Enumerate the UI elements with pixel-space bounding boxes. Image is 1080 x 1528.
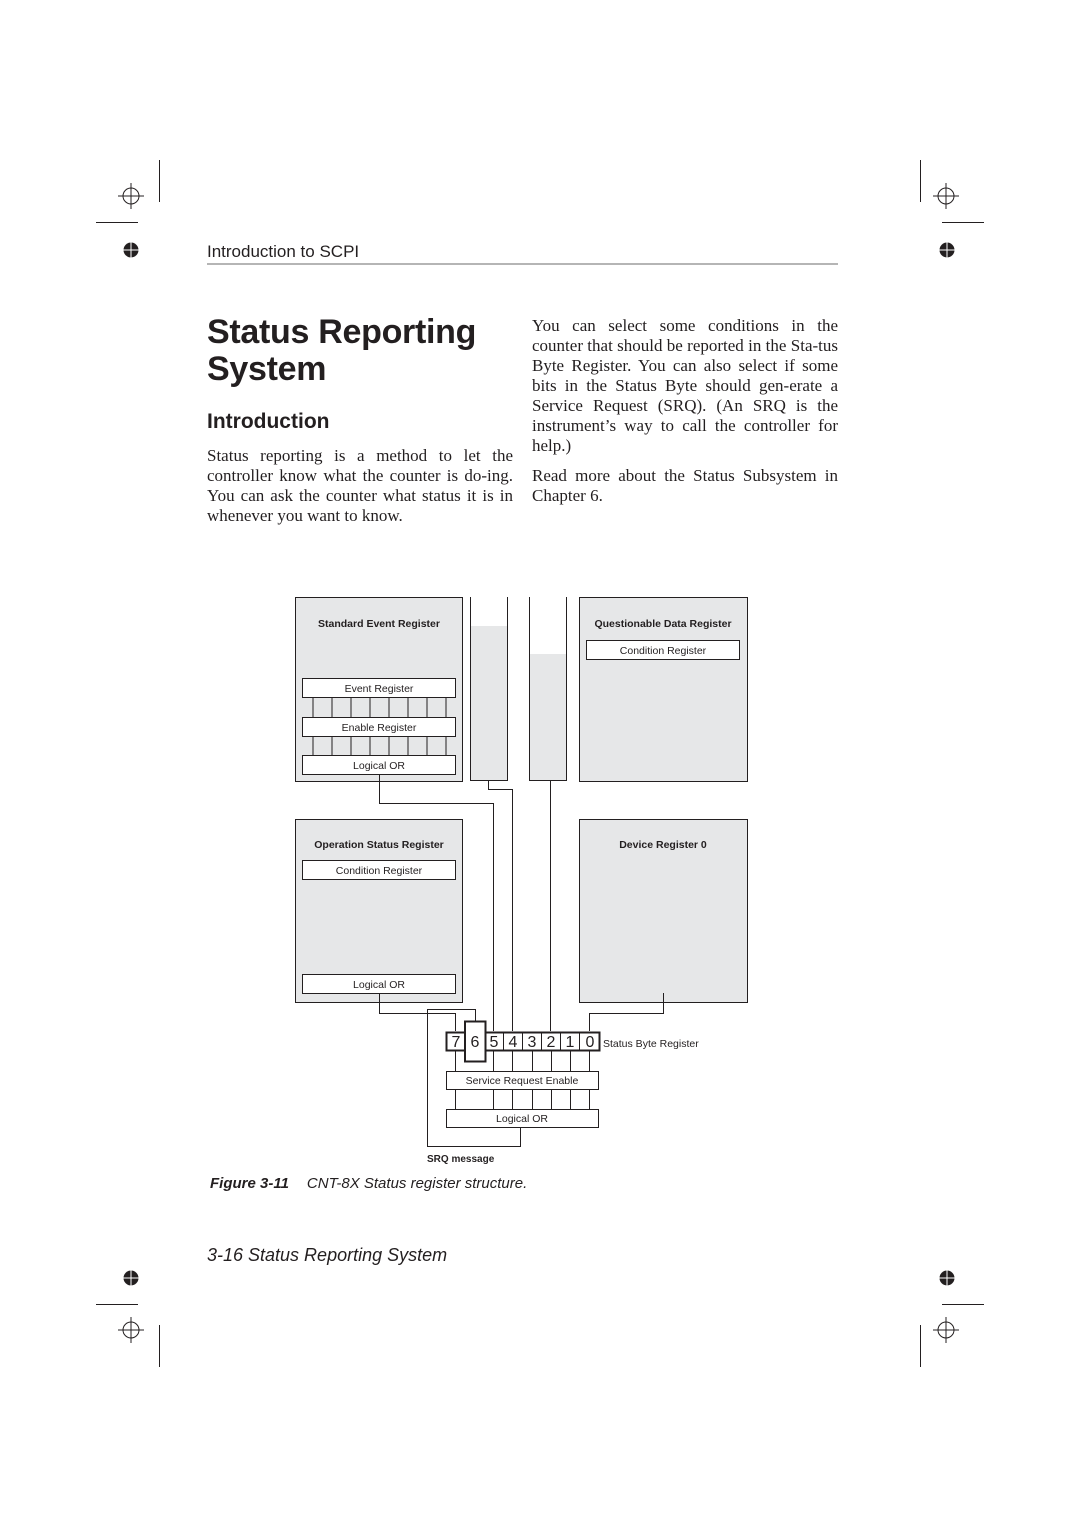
status-bit-5: 5: [490, 1034, 499, 1051]
device-register-title: Device Register 0: [619, 839, 707, 851]
status-bit-7: 7: [452, 1034, 461, 1051]
status-byte-register-label: Status Byte Register: [603, 1038, 699, 1050]
standard-event-register-title: Standard Event Register: [318, 618, 440, 630]
figure-caption: Figure 3-11 CNT-8X Status register struct…: [210, 1175, 527, 1192]
status-bit-6: 6: [471, 1034, 480, 1051]
operation-condition-register-label: Condition Register: [336, 865, 423, 877]
status-bit-1: 1: [566, 1034, 575, 1051]
event-register-label: Event Register: [345, 683, 414, 695]
srq-message-label: SRQ message: [427, 1154, 495, 1165]
figure-label: Figure 3-11: [210, 1175, 289, 1192]
page-footer: 3-16 Status Reporting System: [207, 1245, 448, 1265]
enable-register-label: Enable Register: [342, 722, 417, 734]
status-bit-2: 2: [547, 1034, 556, 1051]
questionable-condition-register-label: Condition Register: [620, 645, 707, 657]
logical-or-label: Logical OR: [353, 760, 405, 772]
column-fill: [530, 654, 566, 780]
operation-status-register-title: Operation Status Register: [314, 839, 444, 851]
status-register-diagram: Standard Event Register Event Register E…: [295, 597, 748, 1165]
operation-logical-or-label: Logical OR: [353, 979, 405, 991]
status-byte-register: [445, 1020, 601, 1063]
srq-logical-or-label: Logical OR: [496, 1113, 548, 1125]
service-request-enable-label: Service Request Enable: [466, 1075, 579, 1087]
figure-caption-text: CNT-8X Status register structure.: [306, 1175, 528, 1192]
column-fill: [471, 626, 507, 780]
questionable-data-register-title: Questionable Data Register: [594, 618, 731, 630]
status-bit-3: 3: [528, 1034, 537, 1051]
status-bit-0: 0: [586, 1034, 595, 1051]
status-bit-4: 4: [509, 1034, 518, 1051]
